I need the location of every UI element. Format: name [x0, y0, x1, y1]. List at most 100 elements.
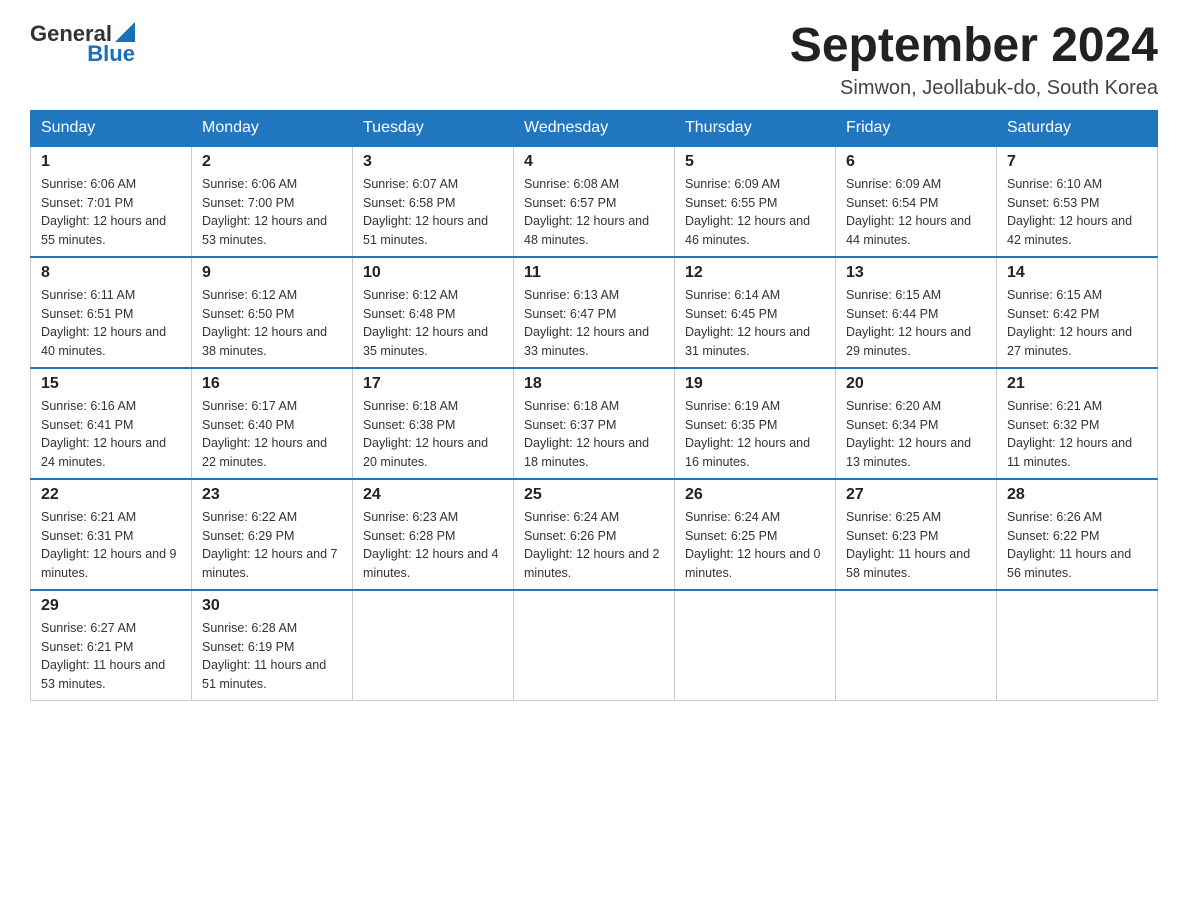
- calendar-cell: 28 Sunrise: 6:26 AMSunset: 6:22 PMDayligh…: [997, 479, 1158, 590]
- day-number: 2: [202, 153, 342, 171]
- day-number: 23: [202, 486, 342, 504]
- day-info: Sunrise: 6:06 AMSunset: 7:00 PMDaylight:…: [202, 175, 342, 250]
- day-number: 8: [41, 264, 181, 282]
- calendar-cell: 11 Sunrise: 6:13 AMSunset: 6:47 PMDayligh…: [514, 257, 675, 368]
- day-info: Sunrise: 6:12 AMSunset: 6:50 PMDaylight:…: [202, 286, 342, 361]
- day-number: 1: [41, 153, 181, 171]
- day-number: 21: [1007, 375, 1147, 393]
- day-info: Sunrise: 6:18 AMSunset: 6:38 PMDaylight:…: [363, 397, 503, 472]
- day-number: 18: [524, 375, 664, 393]
- day-number: 15: [41, 375, 181, 393]
- calendar-cell: 6 Sunrise: 6:09 AMSunset: 6:54 PMDaylight…: [836, 146, 997, 257]
- calendar-cell: 12 Sunrise: 6:14 AMSunset: 6:45 PMDayligh…: [675, 257, 836, 368]
- day-info: Sunrise: 6:22 AMSunset: 6:29 PMDaylight:…: [202, 508, 342, 583]
- day-info: Sunrise: 6:16 AMSunset: 6:41 PMDaylight:…: [41, 397, 181, 472]
- day-number: 16: [202, 375, 342, 393]
- logo: General Blue: [30, 20, 135, 67]
- day-info: Sunrise: 6:17 AMSunset: 6:40 PMDaylight:…: [202, 397, 342, 472]
- day-info: Sunrise: 6:25 AMSunset: 6:23 PMDaylight:…: [846, 508, 986, 583]
- day-info: Sunrise: 6:28 AMSunset: 6:19 PMDaylight:…: [202, 619, 342, 694]
- day-number: 26: [685, 486, 825, 504]
- day-info: Sunrise: 6:09 AMSunset: 6:54 PMDaylight:…: [846, 175, 986, 250]
- day-info: Sunrise: 6:12 AMSunset: 6:48 PMDaylight:…: [363, 286, 503, 361]
- day-number: 3: [363, 153, 503, 171]
- calendar-cell: [997, 590, 1158, 701]
- day-number: 29: [41, 597, 181, 615]
- calendar-cell: 14Sunrise: 6:15 AMSunset: 6:42 PMDayligh…: [997, 257, 1158, 368]
- calendar-cell: [836, 590, 997, 701]
- day-info: Sunrise: 6:14 AMSunset: 6:45 PMDaylight:…: [685, 286, 825, 361]
- calendar-header-row: SundayMondayTuesdayWednesdayThursdayFrid…: [31, 110, 1158, 146]
- day-info: Sunrise: 6:19 AMSunset: 6:35 PMDaylight:…: [685, 397, 825, 472]
- day-info: Sunrise: 6:18 AMSunset: 6:37 PMDaylight:…: [524, 397, 664, 472]
- calendar-cell: 10 Sunrise: 6:12 AMSunset: 6:48 PMDayligh…: [353, 257, 514, 368]
- day-info: Sunrise: 6:06 AMSunset: 7:01 PMDaylight:…: [41, 175, 181, 250]
- calendar-header-tuesday: Tuesday: [353, 110, 514, 146]
- day-number: 5: [685, 153, 825, 171]
- calendar-cell: 1 Sunrise: 6:06 AMSunset: 7:01 PMDaylight…: [31, 146, 192, 257]
- day-number: 24: [363, 486, 503, 504]
- calendar-cell: 22Sunrise: 6:21 AMSunset: 6:31 PMDayligh…: [31, 479, 192, 590]
- day-number: 11: [524, 264, 664, 282]
- day-info: Sunrise: 6:24 AMSunset: 6:26 PMDaylight:…: [524, 508, 664, 583]
- calendar-cell: 24 Sunrise: 6:23 AMSunset: 6:28 PMDayligh…: [353, 479, 514, 590]
- calendar-week-row-5: 29 Sunrise: 6:27 AMSunset: 6:21 PMDayligh…: [31, 590, 1158, 701]
- calendar-cell: 25 Sunrise: 6:24 AMSunset: 6:26 PMDayligh…: [514, 479, 675, 590]
- calendar-header-sunday: Sunday: [31, 110, 192, 146]
- day-number: 4: [524, 153, 664, 171]
- day-info: Sunrise: 6:27 AMSunset: 6:21 PMDaylight:…: [41, 619, 181, 694]
- calendar-cell: 13 Sunrise: 6:15 AMSunset: 6:44 PMDayligh…: [836, 257, 997, 368]
- calendar-cell: 29 Sunrise: 6:27 AMSunset: 6:21 PMDayligh…: [31, 590, 192, 701]
- calendar-cell: 15 Sunrise: 6:16 AMSunset: 6:41 PMDayligh…: [31, 368, 192, 479]
- calendar-header-wednesday: Wednesday: [514, 110, 675, 146]
- day-number: 25: [524, 486, 664, 504]
- day-info: Sunrise: 6:23 AMSunset: 6:28 PMDaylight:…: [363, 508, 503, 583]
- day-number: 27: [846, 486, 986, 504]
- calendar-cell: [353, 590, 514, 701]
- day-info: Sunrise: 6:10 AMSunset: 6:53 PMDaylight:…: [1007, 175, 1147, 250]
- day-info: Sunrise: 6:24 AMSunset: 6:25 PMDaylight:…: [685, 508, 825, 583]
- day-number: 13: [846, 264, 986, 282]
- logo-triangle-icon: [115, 22, 135, 42]
- month-year-title: September 2024: [790, 20, 1158, 73]
- day-info: Sunrise: 6:21 AMSunset: 6:32 PMDaylight:…: [1007, 397, 1147, 472]
- calendar-header-saturday: Saturday: [997, 110, 1158, 146]
- calendar-cell: 27 Sunrise: 6:25 AMSunset: 6:23 PMDayligh…: [836, 479, 997, 590]
- calendar-cell: 20 Sunrise: 6:20 AMSunset: 6:34 PMDayligh…: [836, 368, 997, 479]
- day-info: Sunrise: 6:26 AMSunset: 6:22 PMDaylight:…: [1007, 508, 1147, 583]
- calendar-cell: 18 Sunrise: 6:18 AMSunset: 6:37 PMDayligh…: [514, 368, 675, 479]
- calendar-cell: 16 Sunrise: 6:17 AMSunset: 6:40 PMDayligh…: [192, 368, 353, 479]
- day-info: Sunrise: 6:13 AMSunset: 6:47 PMDaylight:…: [524, 286, 664, 361]
- calendar-header-friday: Friday: [836, 110, 997, 146]
- day-number: 28: [1007, 486, 1147, 504]
- calendar-cell: 30 Sunrise: 6:28 AMSunset: 6:19 PMDayligh…: [192, 590, 353, 701]
- title-block: September 2024 Simwon, Jeollabuk-do, Sou…: [790, 20, 1158, 100]
- calendar-week-row-3: 15 Sunrise: 6:16 AMSunset: 6:41 PMDayligh…: [31, 368, 1158, 479]
- calendar-header-monday: Monday: [192, 110, 353, 146]
- page-header: General Blue September 2024 Simwon, Jeol…: [30, 20, 1158, 100]
- day-info: Sunrise: 6:09 AMSunset: 6:55 PMDaylight:…: [685, 175, 825, 250]
- day-number: 6: [846, 153, 986, 171]
- calendar-cell: [514, 590, 675, 701]
- day-number: 9: [202, 264, 342, 282]
- calendar-cell: 5 Sunrise: 6:09 AMSunset: 6:55 PMDaylight…: [675, 146, 836, 257]
- calendar-cell: 3Sunrise: 6:07 AMSunset: 6:58 PMDaylight…: [353, 146, 514, 257]
- day-info: Sunrise: 6:11 AMSunset: 6:51 PMDaylight:…: [41, 286, 181, 361]
- calendar-week-row-4: 22Sunrise: 6:21 AMSunset: 6:31 PMDayligh…: [31, 479, 1158, 590]
- calendar-cell: 23 Sunrise: 6:22 AMSunset: 6:29 PMDayligh…: [192, 479, 353, 590]
- calendar-cell: 26 Sunrise: 6:24 AMSunset: 6:25 PMDayligh…: [675, 479, 836, 590]
- day-number: 10: [363, 264, 503, 282]
- logo-blue: Blue: [87, 41, 135, 67]
- day-number: 12: [685, 264, 825, 282]
- day-number: 7: [1007, 153, 1147, 171]
- day-info: Sunrise: 6:20 AMSunset: 6:34 PMDaylight:…: [846, 397, 986, 472]
- day-info: Sunrise: 6:08 AMSunset: 6:57 PMDaylight:…: [524, 175, 664, 250]
- calendar-cell: 8 Sunrise: 6:11 AMSunset: 6:51 PMDaylight…: [31, 257, 192, 368]
- day-number: 30: [202, 597, 342, 615]
- day-info: Sunrise: 6:15 AMSunset: 6:42 PMDaylight:…: [1007, 286, 1147, 361]
- day-number: 20: [846, 375, 986, 393]
- calendar-header-thursday: Thursday: [675, 110, 836, 146]
- day-info: Sunrise: 6:15 AMSunset: 6:44 PMDaylight:…: [846, 286, 986, 361]
- day-number: 22: [41, 486, 181, 504]
- calendar-cell: [675, 590, 836, 701]
